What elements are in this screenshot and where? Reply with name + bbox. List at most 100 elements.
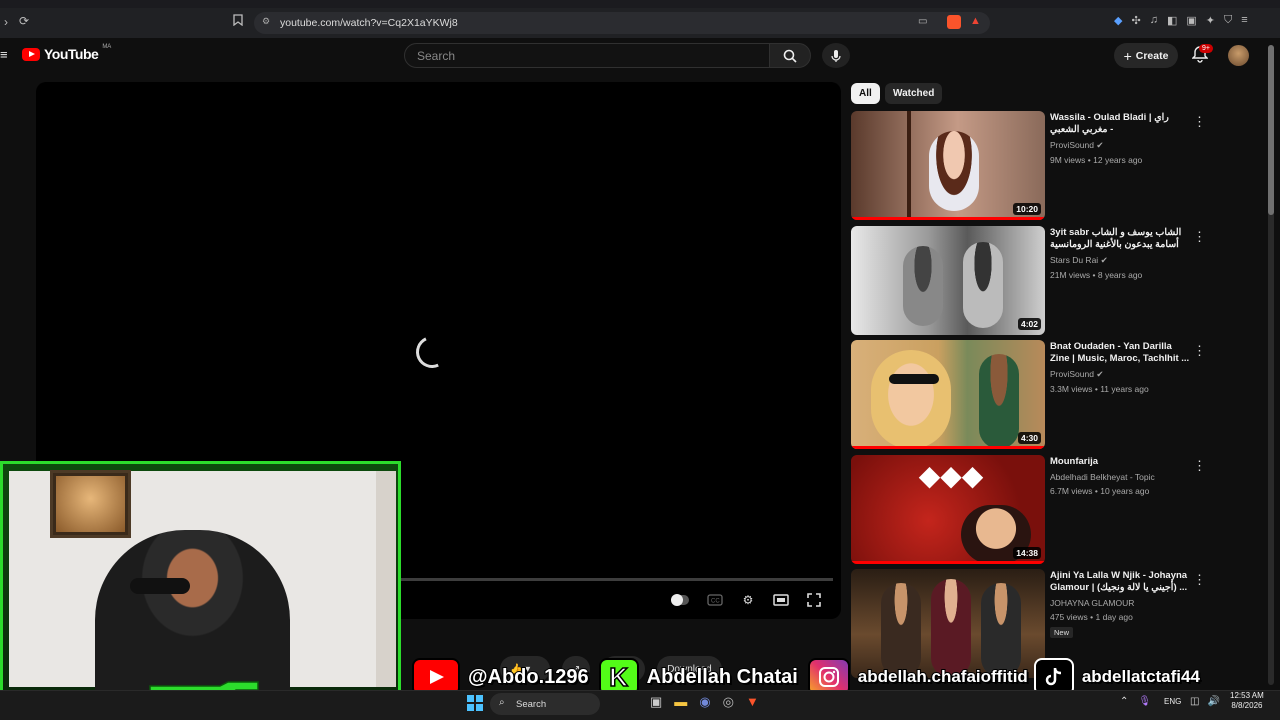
taskbar-search[interactable]: ⌕ Search [490, 693, 600, 715]
file-explorer-icon[interactable]: ▬ [674, 694, 687, 710]
forward-icon[interactable]: › [4, 15, 8, 29]
video-title[interactable]: Mounfarija [1050, 456, 1190, 468]
steam-icon[interactable]: ◎ [723, 694, 734, 710]
video-title[interactable]: 3yit sabr الشاب يوسف و الشاب أسامة يبدعو… [1050, 227, 1190, 251]
autoplay-toggle[interactable] [671, 592, 689, 608]
channel-name[interactable]: JOHAYNA GLAMOUR [1050, 598, 1190, 608]
microphone-icon [831, 49, 841, 62]
captions-icon[interactable]: CC [706, 592, 724, 608]
reload-icon[interactable]: ⟳ [19, 14, 29, 28]
mic-tray-icon[interactable]: 🎙 [1138, 696, 1151, 707]
browser-tab-strip [0, 0, 1280, 8]
clock-date: 8/8/2026 [1231, 701, 1263, 710]
settings-gear-icon[interactable]: ⚙ [739, 592, 757, 608]
brave-browser-icon[interactable]: ▼ [746, 694, 759, 710]
duration-badge: 4:02 [1017, 318, 1041, 330]
volume-icon[interactable]: 🔊 [1207, 696, 1219, 707]
country-code: MA [102, 44, 112, 50]
brave-shields-icon[interactable] [947, 15, 961, 29]
youtube-play-icon [22, 47, 40, 61]
video-title[interactable]: Wassila - Oulad Bladi | راي مغربي الشعبي… [1050, 112, 1190, 136]
extension-shield-icon[interactable]: ◆ [1114, 14, 1122, 27]
search-button[interactable] [769, 43, 811, 68]
plus-icon: + [1123, 47, 1132, 64]
create-button[interactable]: + Create [1114, 43, 1178, 68]
wallet-icon[interactable]: ▣ [1186, 14, 1196, 27]
fullscreen-icon[interactable] [805, 592, 823, 608]
video-thumbnail[interactable]: 10:20 [851, 111, 1045, 220]
more-options-icon[interactable]: ⋮ [1193, 230, 1206, 243]
task-view-icon[interactable]: ▣ [650, 694, 662, 710]
recommendation-item[interactable]: 4:30 Bnat Oudaden - Yan Darilla Zine | M… [851, 340, 1251, 450]
tray-status-icons: ◫ 🔊 [1190, 696, 1220, 707]
chip-watched[interactable]: Watched [885, 83, 943, 104]
address-bar[interactable]: ⚙ youtube.com/watch?v=Cq2X1aYKWj8 ▭ ▲ [254, 12, 990, 34]
thumbnail-figure [903, 246, 943, 326]
recommendation-item[interactable]: ◆◆◆ 14:38 Mounfarija Abdelhadi Belkheyat… [851, 455, 1251, 565]
taskbar-clock[interactable]: 12:53 AM 8/8/2026 [1230, 691, 1264, 711]
search-input[interactable]: Search [404, 43, 770, 68]
language-indicator[interactable]: ENG [1164, 697, 1181, 706]
duration-badge: 14:38 [1013, 547, 1041, 559]
windows-taskbar [0, 690, 1280, 720]
watched-progress-bar [851, 217, 1045, 220]
tray-expand-icon[interactable]: ⌃ [1120, 696, 1128, 707]
svg-text:CC: CC [711, 599, 720, 605]
streamer [95, 530, 290, 690]
video-meta: 6.7M views • 10 years ago [1050, 486, 1150, 496]
scrollbar-thumb[interactable] [1268, 45, 1274, 215]
video-progress-bar[interactable] [400, 578, 833, 581]
video-title[interactable]: Bnat Oudaden - Yan Darilla Zine | Music,… [1050, 341, 1190, 365]
leo-icon[interactable]: ✦ [1206, 14, 1215, 27]
new-badge: New [1050, 627, 1074, 638]
video-thumbnail[interactable]: ◆◆◆ 14:38 [851, 455, 1045, 564]
video-meta: 21M views • 8 years ago [1050, 270, 1143, 280]
bookmark-icon[interactable] [233, 14, 243, 29]
vpn-icon[interactable]: ⛉ [1224, 14, 1232, 27]
channel-name[interactable]: Abdelhadi Belkheyat - Topic [1050, 472, 1190, 482]
instagram-name: abdellah.chafaioffitid [857, 666, 1029, 687]
video-title[interactable]: Ajini Ya Lalla W Njik - Johayna Glamour … [1050, 570, 1190, 594]
verified-icon: ✔ [1096, 140, 1104, 150]
media-icon[interactable]: ♫ [1150, 14, 1158, 27]
video-thumbnail[interactable]: 4:02 [851, 226, 1045, 335]
more-options-icon[interactable]: ⋮ [1193, 115, 1206, 128]
channel-name[interactable]: ProviSound ✔ [1050, 140, 1190, 151]
channel-name[interactable]: ProviSound ✔ [1050, 369, 1190, 380]
avatar[interactable] [1228, 45, 1249, 66]
clock-time: 12:53 AM [1230, 691, 1264, 700]
video-thumbnail[interactable]: 4:30 [851, 340, 1045, 449]
youtube-logo[interactable]: YouTube MA [22, 44, 112, 62]
sidebar-icon[interactable]: ◧ [1167, 14, 1177, 27]
voice-search-button[interactable] [822, 43, 850, 68]
video-meta: 3.3M views • 11 years ago [1050, 384, 1149, 394]
door [376, 471, 396, 687]
site-info-icon[interactable]: ⚙ [262, 16, 270, 27]
recommendation-item[interactable]: 4:02 3yit sabr الشاب يوسف و الشاب أسامة … [851, 226, 1251, 336]
recommendation-item[interactable]: 10:20 Wassila - Oulad Bladi | راي مغربي … [851, 111, 1251, 221]
network-icon[interactable]: ◫ [1190, 696, 1199, 707]
thumbnail-figure [979, 354, 1019, 449]
cast-icon[interactable]: ▭ [918, 16, 927, 27]
chip-all[interactable]: All [851, 83, 880, 104]
tiktok-name: abdellatctafi44 [1081, 666, 1201, 687]
menu-icon[interactable]: ≡ [1241, 14, 1247, 27]
discord-icon[interactable]: ◉ [699, 694, 710, 710]
more-options-icon[interactable]: ⋮ [1193, 344, 1206, 357]
theater-mode-icon[interactable] [772, 592, 790, 608]
thumbnail-stripe [907, 111, 911, 220]
windows-start-icon[interactable] [467, 695, 483, 716]
thumbnail-figure [963, 242, 1003, 328]
extensions-puzzle-icon[interactable]: ✣ [1131, 14, 1140, 27]
brave-rewards-icon[interactable]: ▲ [970, 15, 981, 27]
thumbnail-arabic-title-art: ◆◆◆ [918, 459, 984, 492]
video-meta: 475 views • 1 day ago [1050, 612, 1133, 622]
thumbnail-figure [929, 131, 979, 211]
hamburger-icon[interactable]: ≡ [0, 47, 8, 62]
sunglasses [130, 578, 190, 594]
logo-text: YouTube [44, 46, 99, 62]
notification-count-badge: 9+ [1199, 44, 1213, 53]
channel-name[interactable]: Stars Du Rai ✔ [1050, 255, 1190, 266]
more-options-icon[interactable]: ⋮ [1193, 573, 1206, 586]
more-options-icon[interactable]: ⋮ [1193, 459, 1206, 472]
